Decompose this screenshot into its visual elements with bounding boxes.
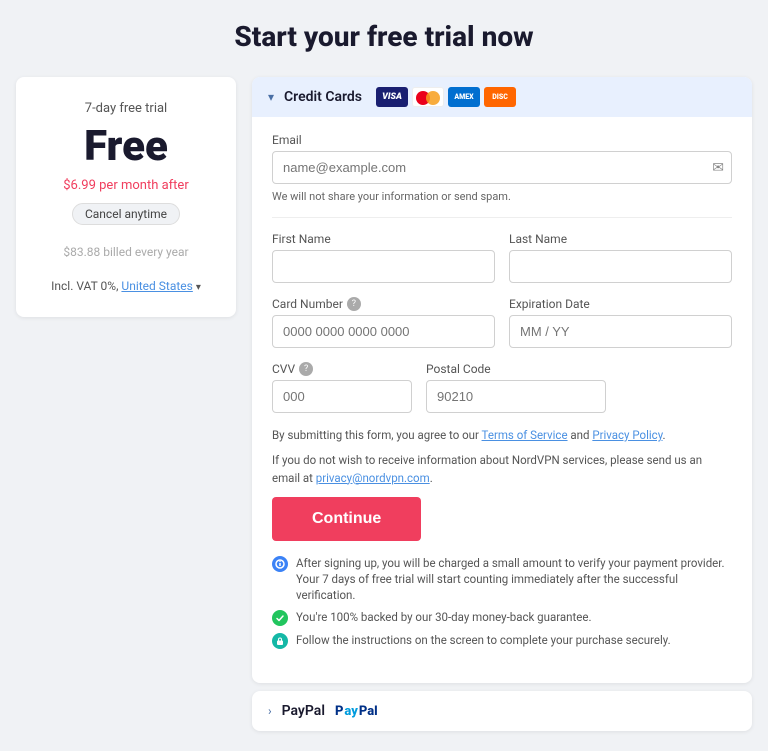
- postal-label: Postal Code: [426, 362, 606, 376]
- discover-logo: DISC: [484, 87, 516, 107]
- card-row: Card Number ? Expiration Date: [272, 297, 732, 348]
- info-icon-green: [272, 610, 288, 626]
- info-icon-teal: [272, 633, 288, 649]
- email-icon: ✉: [712, 160, 724, 176]
- main-layout: 7-day free trial Free $6.99 per month af…: [16, 77, 752, 731]
- credit-cards-label: Credit Cards: [284, 89, 362, 105]
- postal-input[interactable]: [426, 380, 606, 413]
- first-name-col: First Name: [272, 232, 495, 283]
- cvv-input[interactable]: [272, 380, 412, 413]
- info-item-1: After signing up, you will be charged a …: [272, 555, 732, 603]
- card-logos: VISA AMEX DISC: [376, 87, 516, 107]
- paypal-label: PayPal: [282, 703, 325, 719]
- cvv-postal-row: CVV ? Postal Code: [272, 362, 732, 413]
- continue-button[interactable]: Continue: [272, 497, 421, 541]
- trial-label: 7-day free trial: [36, 101, 216, 116]
- first-name-label: First Name: [272, 232, 495, 246]
- divider-1: [272, 217, 732, 218]
- country-chevron-icon: ▾: [196, 282, 201, 293]
- no-share-text: We will not share your information or se…: [272, 190, 732, 203]
- cvv-info-icon[interactable]: ?: [299, 362, 313, 376]
- card-number-label: Card Number ?: [272, 297, 495, 311]
- payment-header[interactable]: ▾ Credit Cards VISA AMEX DISC: [252, 77, 752, 117]
- paypal-logo-text: Pal: [359, 704, 378, 719]
- vat-info: Incl. VAT 0%, United States ▾: [36, 279, 216, 293]
- card-number-info-icon[interactable]: ?: [347, 297, 361, 311]
- last-name-input[interactable]: [509, 250, 732, 283]
- amex-logo: AMEX: [448, 87, 480, 107]
- left-panel: 7-day free trial Free $6.99 per month af…: [16, 77, 236, 317]
- vat-text: Incl. VAT 0%,: [51, 279, 118, 293]
- info-item-3: Follow the instructions on the screen to…: [272, 632, 732, 649]
- info-items: After signing up, you will be charged a …: [272, 555, 732, 649]
- email-label: Email: [272, 133, 732, 147]
- page-title: Start your free trial now: [234, 20, 533, 53]
- billed-info: $83.88 billed every year: [36, 245, 216, 259]
- last-name-label: Last Name: [509, 232, 732, 246]
- country-link[interactable]: United States: [121, 279, 192, 293]
- cvv-col: CVV ?: [272, 362, 412, 413]
- info-icon-blue: [272, 556, 288, 572]
- legal-text-1: By submitting this form, you agree to ou…: [272, 427, 732, 444]
- paypal-logo: P ay Pal: [335, 704, 378, 719]
- card-number-col: Card Number ?: [272, 297, 495, 348]
- paypal-logo-ay: ay: [344, 704, 357, 719]
- expiry-col: Expiration Date: [509, 297, 732, 348]
- paypal-section[interactable]: › PayPal P ay Pal: [252, 691, 752, 731]
- paypal-logo-p: P: [335, 704, 343, 719]
- email-row: Email ✉ We will not share your informati…: [272, 133, 732, 203]
- price-display: Free: [36, 124, 216, 170]
- mastercard-logo: [412, 87, 444, 107]
- right-panel: ▾ Credit Cards VISA AMEX DISC Email ✉: [252, 77, 752, 731]
- paypal-chevron-icon: ›: [268, 704, 272, 718]
- payment-form: Email ✉ We will not share your informati…: [252, 117, 752, 683]
- info-text-2: You're 100% backed by our 30-day money-b…: [296, 609, 592, 625]
- info-text-3: Follow the instructions on the screen to…: [296, 632, 671, 648]
- name-row: First Name Last Name: [272, 232, 732, 283]
- expiry-label: Expiration Date: [509, 297, 732, 311]
- info-text-1: After signing up, you will be charged a …: [296, 555, 732, 603]
- privacy-email-link[interactable]: privacy@nordvpn.com: [316, 471, 430, 485]
- info-item-2: You're 100% backed by our 30-day money-b…: [272, 609, 732, 626]
- privacy-policy-link[interactable]: Privacy Policy: [592, 428, 662, 442]
- legal-text-2: If you do not wish to receive informatio…: [272, 452, 732, 487]
- expiry-input[interactable]: [509, 315, 732, 348]
- card-number-input[interactable]: [272, 315, 495, 348]
- credit-cards-section: ▾ Credit Cards VISA AMEX DISC Email ✉: [252, 77, 752, 683]
- terms-of-service-link[interactable]: Terms of Service: [482, 428, 568, 442]
- cancel-badge: Cancel anytime: [72, 203, 180, 225]
- per-month-text: $6.99 per month after: [36, 178, 216, 193]
- first-name-input[interactable]: [272, 250, 495, 283]
- cvv-label: CVV ?: [272, 362, 412, 376]
- credit-cards-chevron-icon: ▾: [268, 90, 274, 104]
- email-input[interactable]: [272, 151, 732, 184]
- visa-logo: VISA: [376, 87, 408, 107]
- postal-col: Postal Code: [426, 362, 606, 413]
- email-wrapper: ✉: [272, 151, 732, 184]
- last-name-col: Last Name: [509, 232, 732, 283]
